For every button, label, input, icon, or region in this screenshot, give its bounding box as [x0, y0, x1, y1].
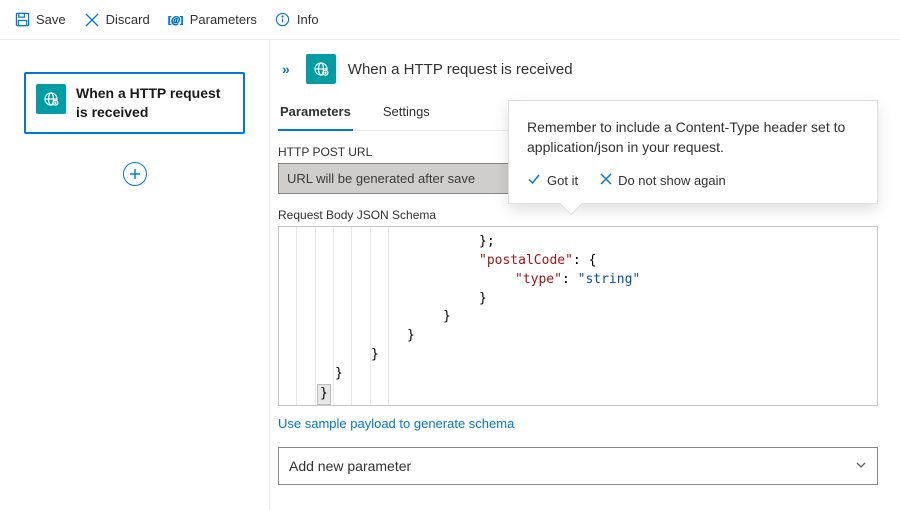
- schema-label: Request Body JSON Schema: [278, 208, 878, 222]
- discard-label: Discard: [106, 12, 150, 27]
- schema-editor[interactable]: };"postalCode": {"type": "string"}}}}}}: [278, 226, 878, 406]
- trigger-card-title: When a HTTP request is received: [76, 84, 233, 122]
- got-it-label: Got it: [547, 173, 578, 188]
- callout-message: Remember to include a Content-Type heade…: [527, 117, 859, 158]
- panel-title: When a HTTP request is received: [348, 61, 573, 78]
- parameters-button[interactable]: [@] Parameters: [168, 12, 257, 28]
- collapse-button[interactable]: »: [278, 57, 294, 81]
- info-callout: Remember to include a Content-Type heade…: [508, 100, 878, 204]
- add-parameter-label: Add new parameter: [289, 458, 411, 474]
- parameters-label: Parameters: [190, 12, 257, 27]
- trigger-card[interactable]: When a HTTP request is received: [24, 72, 245, 134]
- svg-text:[@]: [@]: [168, 15, 183, 26]
- info-label: Info: [297, 12, 319, 27]
- close-icon: [84, 12, 100, 28]
- main-area: When a HTTP request is received » When a…: [0, 40, 900, 510]
- schema-section: Request Body JSON Schema };"postalCode":…: [278, 208, 878, 406]
- add-parameter-dropdown[interactable]: Add new parameter: [278, 447, 878, 485]
- tab-settings[interactable]: Settings: [381, 98, 432, 130]
- discard-button[interactable]: Discard: [84, 12, 150, 28]
- save-button[interactable]: Save: [14, 12, 66, 28]
- http-request-icon: [306, 54, 336, 84]
- parameters-icon: [@]: [168, 12, 184, 28]
- callout-dont-show-button[interactable]: Do not show again: [600, 173, 726, 188]
- chevron-down-icon: [855, 458, 867, 474]
- use-sample-payload-link[interactable]: Use sample payload to generate schema: [278, 416, 514, 431]
- save-label: Save: [36, 12, 66, 27]
- command-bar: Save Discard [@] Parameters Info: [0, 0, 900, 40]
- dont-show-label: Do not show again: [618, 173, 726, 188]
- panel-header: » When a HTTP request is received: [270, 54, 878, 84]
- info-icon: [275, 12, 291, 28]
- tab-parameters[interactable]: Parameters: [278, 98, 353, 131]
- save-icon: [14, 12, 30, 28]
- details-panel: » When a HTTP request is received Parame…: [270, 40, 900, 510]
- check-icon: [527, 172, 541, 189]
- add-step-button[interactable]: [123, 162, 147, 186]
- designer-canvas: When a HTTP request is received: [0, 40, 270, 510]
- close-icon: [600, 173, 612, 188]
- info-button[interactable]: Info: [275, 12, 319, 28]
- callout-got-it-button[interactable]: Got it: [527, 172, 578, 189]
- http-request-icon: [36, 84, 66, 114]
